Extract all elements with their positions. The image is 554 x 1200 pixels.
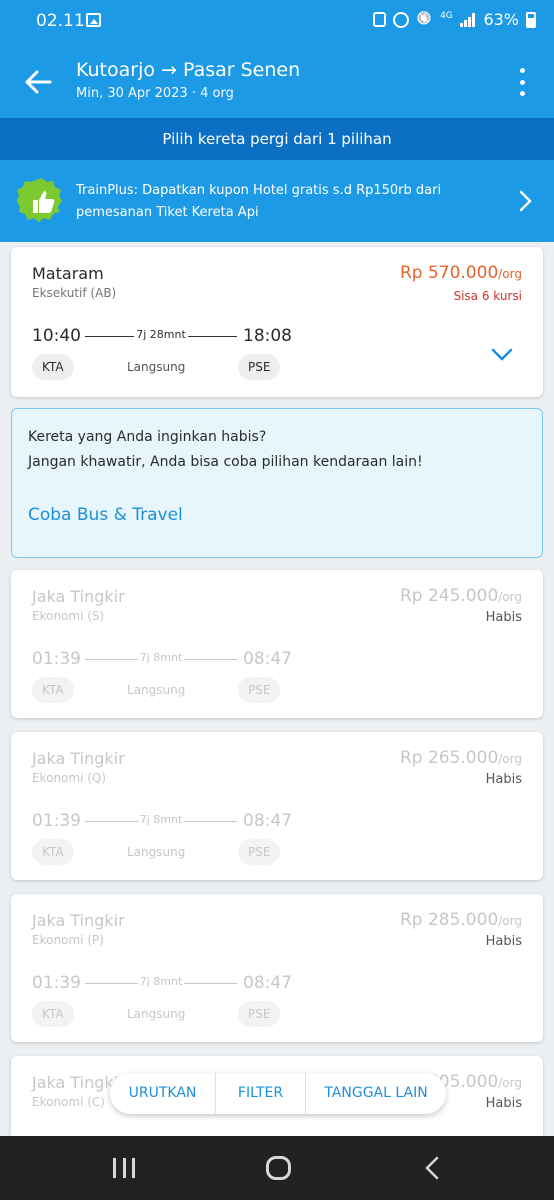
- destination-code: PSE: [238, 839, 281, 865]
- arrive-time: 08:47: [243, 811, 292, 831]
- thumbs-up-badge-icon: [17, 178, 62, 222]
- train-class: Eksekutif (AB): [32, 286, 117, 300]
- other-date-button[interactable]: TANGGAL LAIN: [306, 1073, 446, 1114]
- selection-banner: Pilih kereta pergi dari 1 pilihan: [0, 118, 554, 160]
- train-price: Rp 285.000/org: [399, 910, 522, 930]
- back-nav-icon[interactable]: [424, 1156, 440, 1180]
- chevron-down-icon[interactable]: [491, 348, 513, 362]
- trip-type: Langsung: [127, 1007, 186, 1021]
- train-class: Ekonomi (P): [32, 933, 104, 947]
- signal-icon: [460, 12, 476, 27]
- status-bar: 02.11 4G 63%: [0, 0, 554, 44]
- sort-button[interactable]: URUTKAN: [110, 1073, 215, 1114]
- recent-apps-icon[interactable]: [113, 1158, 135, 1178]
- train-name: Jaka Tingkir: [32, 587, 125, 606]
- app-bar: Kutoarjo → Pasar Senen Min, 30 Apr 2023 …: [0, 44, 554, 118]
- sold-out-label: Habis: [485, 934, 522, 949]
- train-card-sold-out[interactable]: Jaka Tingkir Ekonomi (S) Rp 245.000/org …: [11, 570, 543, 718]
- arrive-time: 08:47: [243, 973, 292, 993]
- train-name: Jaka Tingkir: [32, 749, 125, 768]
- origin-code: KTA: [32, 354, 74, 380]
- lock-icon: [373, 12, 387, 27]
- destination-code: PSE: [238, 354, 281, 380]
- battery-icon: [526, 11, 536, 28]
- info-suggestion: Jangan khawatir, Anda bisa coba pilihan …: [28, 454, 423, 470]
- promo-text: TrainPlus: Dapatkan kupon Hotel gratis s…: [76, 183, 442, 220]
- train-card-sold-out[interactable]: Jaka Tingkir Ekonomi (P) Rp 285.000/org …: [11, 894, 543, 1042]
- alarm-icon: [393, 11, 410, 28]
- destination-code: PSE: [238, 1001, 281, 1027]
- network-type: 4G: [440, 10, 453, 21]
- origin-code: KTA: [32, 839, 74, 865]
- train-class: Ekonomi (C): [32, 1095, 105, 1109]
- trip-duration: 7j 28mnt: [134, 328, 188, 341]
- chevron-right-icon: [519, 190, 532, 212]
- trip-duration: 7j 8mnt: [137, 813, 185, 826]
- route-title: Kutoarjo → Pasar Senen: [76, 59, 301, 81]
- home-icon[interactable]: [266, 1156, 291, 1180]
- status-time: 02.11: [36, 11, 85, 31]
- sold-out-label: Habis: [485, 772, 522, 787]
- destination-code: PSE: [238, 677, 281, 703]
- trip-type: Langsung: [127, 845, 186, 859]
- origin-code: KTA: [32, 1001, 74, 1027]
- filter-button[interactable]: FILTER: [216, 1073, 305, 1114]
- seats-remaining: Sisa 6 kursi: [453, 289, 522, 303]
- train-class: Ekonomi (S): [32, 609, 105, 623]
- list-actions-bar: URUTKAN FILTER TANGGAL LAIN: [110, 1073, 446, 1114]
- system-nav-bar: [0, 1136, 554, 1200]
- sold-out-info: Kereta yang Anda inginkan habis? Jangan …: [11, 408, 543, 558]
- more-options-button[interactable]: [518, 68, 526, 96]
- battery-percent: 63%: [483, 10, 519, 29]
- train-name: Jaka Tingkir: [32, 911, 125, 930]
- trip-type: Langsung: [127, 360, 186, 374]
- sold-out-label: Habis: [485, 1096, 522, 1111]
- train-price: Rp 245.000/org: [399, 586, 522, 606]
- trip-type: Langsung: [127, 683, 186, 697]
- train-class: Ekonomi (Q): [32, 771, 107, 785]
- depart-time: 01:39: [32, 811, 81, 831]
- arrive-time: 08:47: [243, 649, 292, 669]
- back-button[interactable]: [20, 64, 56, 100]
- train-card-available[interactable]: Mataram Eksekutif (AB) Rp 570.000/org Si…: [11, 247, 543, 397]
- train-name: Mataram: [32, 264, 104, 283]
- arrive-time: 18:08: [243, 326, 292, 346]
- sold-out-label: Habis: [485, 610, 522, 625]
- train-card-sold-out[interactable]: Jaka Tingkir Ekonomi (Q) Rp 265.000/org …: [11, 732, 543, 880]
- mute-icon: [416, 12, 432, 28]
- depart-time: 01:39: [32, 973, 81, 993]
- more-vertical-icon: [519, 68, 525, 73]
- try-bus-travel-link[interactable]: Coba Bus & Travel: [28, 505, 183, 525]
- trip-duration: 7j 8mnt: [137, 651, 185, 664]
- train-price: Rp 570.000/org: [399, 263, 522, 283]
- trip-details: Min, 30 Apr 2023 · 4 org: [76, 86, 234, 101]
- gallery-notification-icon: [86, 13, 101, 27]
- train-price: Rp 265.000/org: [399, 748, 522, 768]
- depart-time: 01:39: [32, 649, 81, 669]
- trip-duration: 7j 8mnt: [137, 975, 185, 988]
- arrow-left-icon: [25, 70, 52, 94]
- origin-code: KTA: [32, 677, 74, 703]
- info-question: Kereta yang Anda inginkan habis?: [28, 429, 267, 445]
- status-icons: 4G 63%: [373, 10, 536, 29]
- depart-time: 10:40: [32, 326, 81, 346]
- trainplus-promo[interactable]: TrainPlus: Dapatkan kupon Hotel gratis s…: [0, 160, 554, 242]
